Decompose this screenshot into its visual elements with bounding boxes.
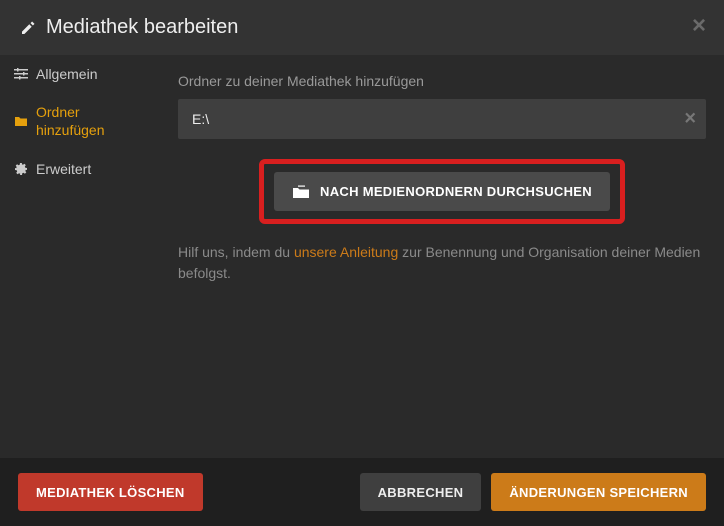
sidebar-item-label: Ordner hinzufügen (36, 103, 144, 139)
content-pane: Ordner zu deiner Mediathek hinzufügen E:… (158, 55, 724, 458)
close-icon[interactable]: × (692, 14, 706, 38)
pencil-icon (20, 20, 36, 36)
browse-area: NACH MEDIENORDNERN DURCHSUCHEN (178, 159, 706, 224)
delete-library-button[interactable]: MEDIATHEK LÖSCHEN (18, 473, 203, 511)
folder-path-row[interactable]: E:\ × (178, 99, 706, 139)
naming-guide-link[interactable]: unsere Anleitung (294, 244, 398, 260)
help-text-prefix: Hilf uns, indem du (178, 244, 294, 260)
folder-search-icon (292, 185, 310, 199)
modal-footer: MEDIATHEK LÖSCHEN ABBRECHEN ÄNDERUNGEN S… (0, 458, 724, 526)
remove-path-icon[interactable]: × (684, 108, 696, 131)
browse-media-folders-button[interactable]: NACH MEDIENORDNERN DURCHSUCHEN (274, 172, 610, 211)
modal-header: Mediathek bearbeiten × (0, 0, 724, 55)
edit-library-modal: Mediathek bearbeiten × Allgemein Ordner … (0, 0, 724, 526)
sidebar-item-label: Erweitert (36, 160, 91, 178)
modal-title: Mediathek bearbeiten (46, 16, 238, 39)
browse-button-label: NACH MEDIENORDNERN DURCHSUCHEN (320, 184, 592, 199)
sliders-icon (14, 67, 28, 81)
cancel-button[interactable]: ABBRECHEN (360, 473, 482, 511)
gear-icon (14, 162, 28, 176)
sidebar: Allgemein Ordner hinzufügen Erweitert (0, 55, 158, 458)
modal-body: Allgemein Ordner hinzufügen Erweitert Or… (0, 55, 724, 458)
sidebar-item-add-folder[interactable]: Ordner hinzufügen (0, 93, 158, 149)
sidebar-item-advanced[interactable]: Erweitert (0, 150, 158, 188)
folder-path-value: E:\ (192, 111, 209, 127)
tutorial-highlight: NACH MEDIENORDNERN DURCHSUCHEN (259, 159, 625, 224)
folder-icon (14, 114, 28, 128)
save-changes-button[interactable]: ÄNDERUNGEN SPEICHERN (491, 473, 706, 511)
sidebar-item-general[interactable]: Allgemein (0, 55, 158, 93)
help-text: Hilf uns, indem du unsere Anleitung zur … (178, 242, 706, 284)
sidebar-item-label: Allgemein (36, 65, 97, 83)
field-label: Ordner zu deiner Mediathek hinzufügen (178, 73, 706, 89)
